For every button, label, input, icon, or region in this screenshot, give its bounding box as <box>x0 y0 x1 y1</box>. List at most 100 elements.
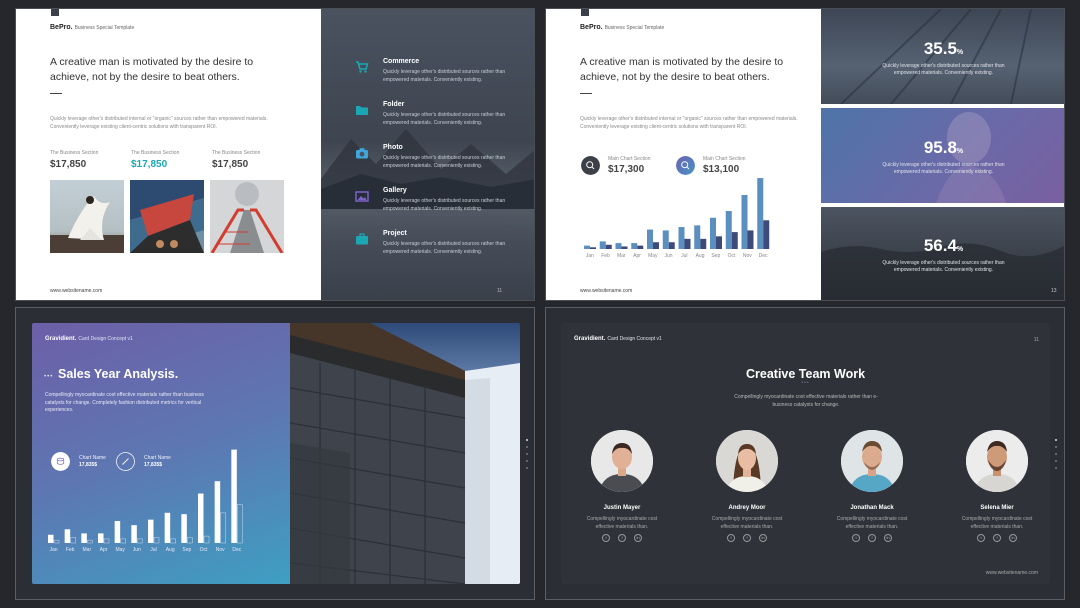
bar-sep-series-1 <box>181 514 187 543</box>
twitter-icon[interactable]: t <box>852 534 860 542</box>
linkedin-icon[interactable]: in <box>634 534 642 542</box>
x-tick-label: Feb <box>601 253 610 259</box>
facebook-icon[interactable]: f <box>618 534 626 542</box>
slide-business-template-2[interactable]: BePro. Business Special Template A creati… <box>545 8 1065 301</box>
page-number: 11 <box>497 288 503 294</box>
stat-description: Quickly leverage other's distributed sou… <box>882 63 1005 76</box>
quote-heading: A creative man is motivated by the desir… <box>580 56 784 83</box>
social-links: t f in <box>727 534 767 542</box>
avatar <box>591 430 653 492</box>
x-tick-label: Sep <box>711 253 720 259</box>
bar-jun-series-2 <box>668 242 675 249</box>
bar-nov-series-1 <box>741 194 748 249</box>
x-tick-label: Nov <box>216 547 225 553</box>
x-tick-label: Jul <box>150 547 156 553</box>
x-tick-label: Jul <box>681 253 687 259</box>
bar-jun-series-2 <box>136 538 143 544</box>
gradient-panel: Gravidient. Card Design Concept v1 ••• Sa… <box>32 323 290 584</box>
bar-jan-series-2 <box>53 539 60 544</box>
camera-icon <box>356 148 368 159</box>
x-tick-label: Mar <box>83 547 92 553</box>
x-tick-label: Feb <box>66 547 75 553</box>
bar-apr-series-2 <box>637 245 644 249</box>
building-illustration <box>290 323 520 584</box>
feature-folder[interactable]: Folder Quickly leverage other's distribu… <box>356 101 508 127</box>
bar-feb-series-2 <box>605 244 612 249</box>
team-card: Gravidient. Card Design Concept v1 11 Cre… <box>561 323 1050 584</box>
divider <box>580 93 592 94</box>
bar-jul-series-1 <box>148 519 154 543</box>
bar-oct-series-2 <box>731 232 738 249</box>
feature-project[interactable]: Project Quickly leverage other's distrib… <box>356 230 508 256</box>
bar-aug-series-2 <box>700 238 707 249</box>
cart-icon <box>356 61 369 73</box>
facebook-icon[interactable]: f <box>868 534 876 542</box>
website-url[interactable]: www.websitename.com <box>580 288 632 294</box>
feature-photo[interactable]: Photo Quickly leverage other's distribut… <box>356 144 508 170</box>
x-tick-label: Apr <box>100 547 108 553</box>
x-tick-label: Apr <box>633 253 641 259</box>
photo-dancer <box>50 180 124 253</box>
bar-jul-series-1 <box>678 227 685 249</box>
bar-aug-series-1 <box>694 225 701 249</box>
x-tick-label: Dec <box>232 547 241 553</box>
stat-percent: 35.5% <box>923 39 964 58</box>
bar-sep-series-2 <box>186 537 193 544</box>
brand-logo: BePro. Business Special Template <box>50 24 135 31</box>
x-tick-label: Jun <box>665 253 673 259</box>
photo-rooftop <box>130 180 204 253</box>
brand-logo: Gravidient. Card Design Concept v1 <box>574 336 662 342</box>
bar-jul-series-2 <box>153 537 160 544</box>
website-url[interactable]: www.websitename.com <box>50 288 102 294</box>
linkedin-icon[interactable]: in <box>759 534 767 542</box>
linkedin-icon[interactable]: in <box>1009 534 1017 542</box>
brand-logo: Gravidient. Card Design Concept v1 <box>45 336 133 342</box>
linkedin-icon[interactable]: in <box>884 534 892 542</box>
section-title: Sales Year Analysis. <box>58 367 179 381</box>
briefcase-icon <box>356 233 368 245</box>
decorative-dots: ••• <box>801 380 810 386</box>
twitter-icon[interactable]: t <box>977 534 985 542</box>
slide-nav-dots[interactable] <box>1055 439 1058 474</box>
social-links: t f in <box>977 534 1017 542</box>
bar-dec-series-1 <box>231 449 237 543</box>
bar-apr-series-1 <box>631 243 638 249</box>
website-url[interactable]: www.websitename.com <box>986 570 1038 576</box>
section-description: Compellingly myocardinate cost effective… <box>45 392 204 413</box>
feature-gallery[interactable]: Gallery Quickly leverage other's distrib… <box>355 187 508 213</box>
avatar <box>716 430 778 492</box>
x-tick-label: Jan <box>49 547 57 553</box>
bar-dec-series-2 <box>763 220 770 249</box>
slide-sales-year-analysis[interactable]: Gravidient. Card Design Concept v1 ••• Sa… <box>15 307 535 600</box>
quote-heading: A creative man is motivated by the desir… <box>50 56 254 83</box>
x-tick-label: May <box>115 547 125 553</box>
twitter-icon[interactable]: t <box>727 534 735 542</box>
slide-business-template-1[interactable]: BePro. Business Special Template A creati… <box>15 8 535 301</box>
bar-feb-series-1 <box>64 529 71 543</box>
page-number: 13 <box>1051 288 1057 294</box>
avatar <box>841 430 903 492</box>
bar-may-series-1 <box>114 521 121 543</box>
gallery-icon <box>355 191 369 202</box>
x-tick-label: May <box>648 253 658 259</box>
bar-mar-series-2 <box>86 539 93 544</box>
avatar <box>966 430 1028 492</box>
x-tick-label: Oct <box>200 547 208 553</box>
x-tick-label: Aug <box>166 547 175 553</box>
bar-sep-series-1 <box>710 217 716 249</box>
x-tick-label: Nov <box>743 253 752 259</box>
facebook-icon[interactable]: f <box>993 534 1001 542</box>
facebook-icon[interactable]: f <box>743 534 751 542</box>
slide-creative-team-work[interactable]: Gravidient. Card Design Concept v1 11 Cre… <box>545 307 1065 600</box>
x-tick-label: Sep <box>182 547 191 553</box>
bar-sep-series-2 <box>716 236 722 249</box>
slide-nav-dots[interactable] <box>526 439 529 474</box>
x-tick-label: Mar <box>617 253 626 259</box>
feature-commerce[interactable]: Commerce Quickly leverage other's distri… <box>356 58 508 84</box>
bar-jun-series-1 <box>662 230 669 249</box>
gradient-card: Gravidient. Card Design Concept v1 ••• Sa… <box>32 323 520 584</box>
stat-description: Quickly leverage other's distributed sou… <box>882 260 1005 273</box>
twitter-icon[interactable]: t <box>602 534 610 542</box>
bar-may-series-2 <box>653 242 659 249</box>
section-description: Compellingly myocardinate cost effective… <box>734 394 878 408</box>
